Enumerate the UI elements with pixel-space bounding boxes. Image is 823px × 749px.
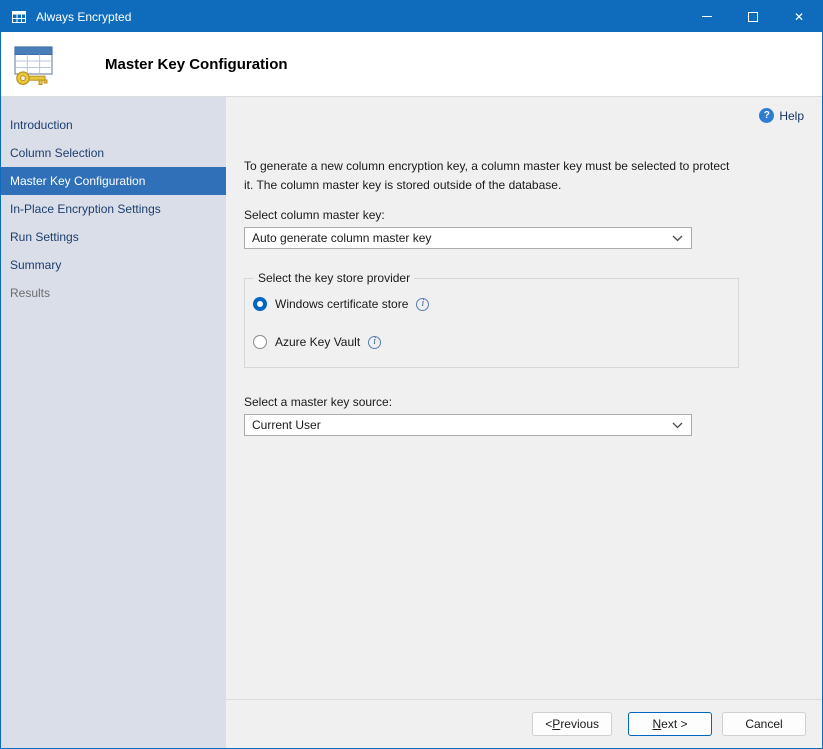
chevron-down-icon [672, 422, 683, 429]
cmk-dropdown[interactable]: Auto generate column master key [244, 227, 692, 249]
sidebar-item-master-key-configuration[interactable]: Master Key Configuration [1, 167, 226, 195]
app-icon [11, 9, 27, 25]
sidebar-item-column-selection[interactable]: Column Selection [1, 139, 226, 167]
maximize-button[interactable] [730, 1, 776, 32]
sidebar-item-in-place-encryption-settings[interactable]: In-Place Encryption Settings [1, 195, 226, 223]
radio-row-windows-certificate-store[interactable]: Windows certificate store i [253, 297, 738, 311]
master-key-source-label: Select a master key source: [244, 395, 822, 409]
close-button[interactable]: ✕ [776, 1, 822, 32]
main-panel: ? Help To generate a new column encrypti… [226, 97, 822, 748]
chevron-down-icon [672, 235, 683, 242]
help-label: Help [779, 109, 804, 123]
radio-row-azure-key-vault[interactable]: Azure Key Vault i [253, 335, 738, 349]
radio-label-windows-certificate-store: Windows certificate store [275, 297, 408, 311]
next-button[interactable]: Next > [628, 712, 712, 736]
key-store-provider-legend: Select the key store provider [254, 271, 414, 285]
info-icon-windows-certificate-store[interactable]: i [416, 298, 429, 311]
window-title: Always Encrypted [36, 10, 131, 24]
wizard-sidebar: Introduction Column Selection Master Key… [1, 97, 226, 748]
next-button-mnemonic: N [652, 717, 661, 731]
sidebar-item-introduction[interactable]: Introduction [1, 111, 226, 139]
master-key-source-dropdown[interactable]: Current User [244, 414, 692, 436]
help-icon: ? [759, 108, 774, 123]
sidebar-item-results: Results [1, 279, 226, 307]
table-key-icon [10, 40, 58, 88]
wizard-footer: < Previous Next > Cancel [226, 699, 822, 748]
always-encrypted-window: Always Encrypted ✕ Master Key Con [0, 0, 823, 749]
close-icon: ✕ [794, 11, 804, 23]
previous-button-rest: revious [560, 717, 599, 731]
cancel-button[interactable]: Cancel [722, 712, 806, 736]
previous-button[interactable]: < Previous [532, 712, 612, 736]
next-button-rest: ext > [661, 717, 687, 731]
maximize-icon [748, 12, 758, 22]
radio-label-azure-key-vault: Azure Key Vault [275, 335, 360, 349]
radio-windows-certificate-store[interactable] [253, 297, 267, 311]
intro-text: To generate a new column encryption key,… [244, 157, 774, 194]
intro-line-2: it. The column master key is stored outs… [244, 176, 774, 195]
wizard-header: Master Key Configuration [1, 32, 822, 97]
window-titlebar: Always Encrypted ✕ [1, 1, 822, 32]
intro-line-1: To generate a new column encryption key,… [244, 157, 774, 176]
sidebar-item-run-settings[interactable]: Run Settings [1, 223, 226, 251]
info-icon-azure-key-vault[interactable]: i [368, 336, 381, 349]
sidebar-item-summary[interactable]: Summary [1, 251, 226, 279]
master-key-source-value: Current User [252, 418, 321, 432]
cmk-label: Select column master key: [244, 208, 822, 222]
cmk-dropdown-value: Auto generate column master key [252, 231, 431, 245]
minimize-button[interactable] [684, 1, 730, 32]
minimize-icon [702, 16, 712, 17]
radio-azure-key-vault[interactable] [253, 335, 267, 349]
previous-button-mnemonic: P [552, 717, 560, 731]
previous-button-prefix: < [545, 717, 552, 731]
page-title: Master Key Configuration [105, 56, 288, 73]
key-store-provider-groupbox: Select the key store provider Windows ce… [244, 271, 739, 368]
window-controls: ✕ [684, 1, 822, 32]
help-link[interactable]: ? Help [759, 108, 804, 123]
